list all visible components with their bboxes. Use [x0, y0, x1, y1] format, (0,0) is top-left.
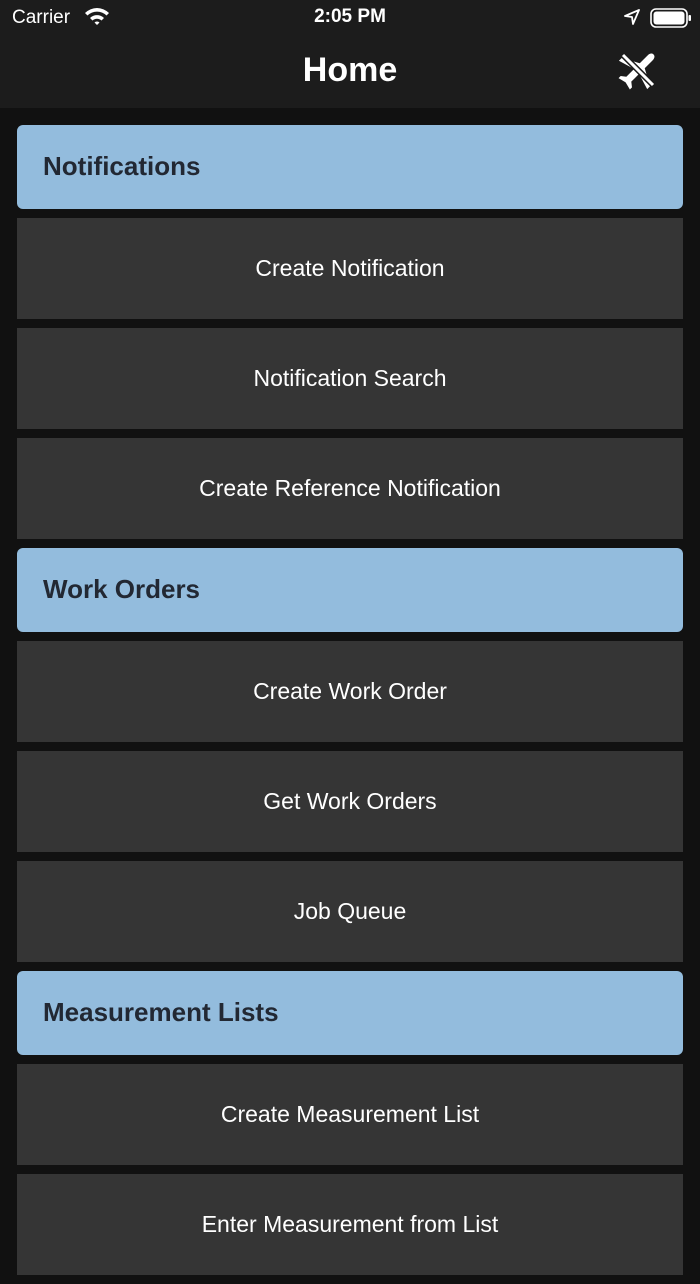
section-measurement-lists: Measurement Lists Create Measurement Lis…	[17, 971, 683, 1275]
create-notification-button[interactable]: Create Notification	[17, 218, 683, 319]
page-title: Home	[302, 51, 398, 89]
create-work-order-button[interactable]: Create Work Order	[17, 641, 683, 742]
get-work-orders-button[interactable]: Get Work Orders	[17, 751, 683, 852]
battery-icon	[650, 8, 692, 33]
navigation-bar: Home	[0, 36, 700, 108]
job-queue-button[interactable]: Job Queue	[17, 861, 683, 962]
notification-search-button[interactable]: Notification Search	[17, 328, 683, 429]
status-time: 2:05 PM	[314, 6, 386, 27]
section-work-orders: Work Orders Create Work Order Get Work O…	[17, 548, 683, 962]
offline-mode-button[interactable]	[606, 44, 670, 100]
section-title: Notifications	[43, 151, 201, 181]
section-header: Work Orders	[17, 548, 683, 632]
enter-measurement-from-list-button[interactable]: Enter Measurement from List	[17, 1174, 683, 1275]
section-notifications: Notifications Create Notification Notifi…	[17, 125, 683, 539]
create-measurement-list-button[interactable]: Create Measurement List	[17, 1064, 683, 1165]
section-header: Measurement Lists	[17, 971, 683, 1055]
home-menu: Notifications Create Notification Notifi…	[17, 125, 683, 1284]
section-header: Notifications	[17, 125, 683, 209]
create-reference-notification-button[interactable]: Create Reference Notification	[17, 438, 683, 539]
section-title: Work Orders	[43, 574, 201, 604]
airplane-off-icon	[613, 45, 663, 100]
location-arrow-icon	[624, 9, 640, 30]
status-bar: Carrier 2:05 PM	[0, 0, 700, 36]
section-title: Measurement Lists	[43, 997, 279, 1027]
